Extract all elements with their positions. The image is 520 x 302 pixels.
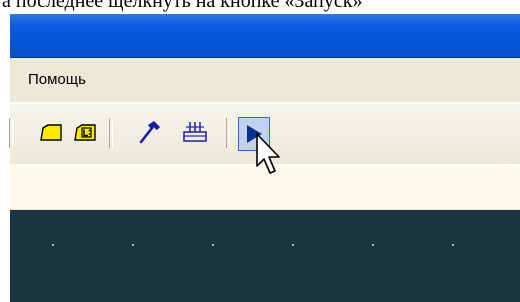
toolbar-separator xyxy=(109,118,113,148)
mouse-pointer-icon xyxy=(256,133,280,174)
grid-dot xyxy=(452,244,454,246)
hammer-icon xyxy=(139,121,160,144)
grid-dot xyxy=(52,244,54,246)
grid-dot xyxy=(372,244,374,246)
menu-item-help[interactable]: Помощь xyxy=(28,71,86,88)
build-all-button[interactable] xyxy=(180,117,210,147)
design-canvas[interactable] xyxy=(10,210,520,302)
caption-label: а последнее щелкнуть на кнопке «Запуск» xyxy=(2,0,363,12)
toolbar-separator xyxy=(226,118,230,148)
grid-dot xyxy=(212,244,214,246)
menu-bar: Помощь xyxy=(10,58,520,102)
title-bar xyxy=(10,14,520,58)
caption-text: а последнее щелкнуть на кнопке «Запуск» xyxy=(0,0,520,14)
open-folder-icon xyxy=(40,124,62,141)
build-all-icon xyxy=(183,122,207,142)
open-button[interactable] xyxy=(36,117,66,147)
toolbar-separator xyxy=(9,118,13,148)
grid-dot xyxy=(132,244,134,246)
grid-dot xyxy=(292,244,294,246)
compile-button[interactable] xyxy=(134,117,164,147)
library-folder-icon xyxy=(74,124,96,141)
library-button[interactable] xyxy=(70,117,100,147)
